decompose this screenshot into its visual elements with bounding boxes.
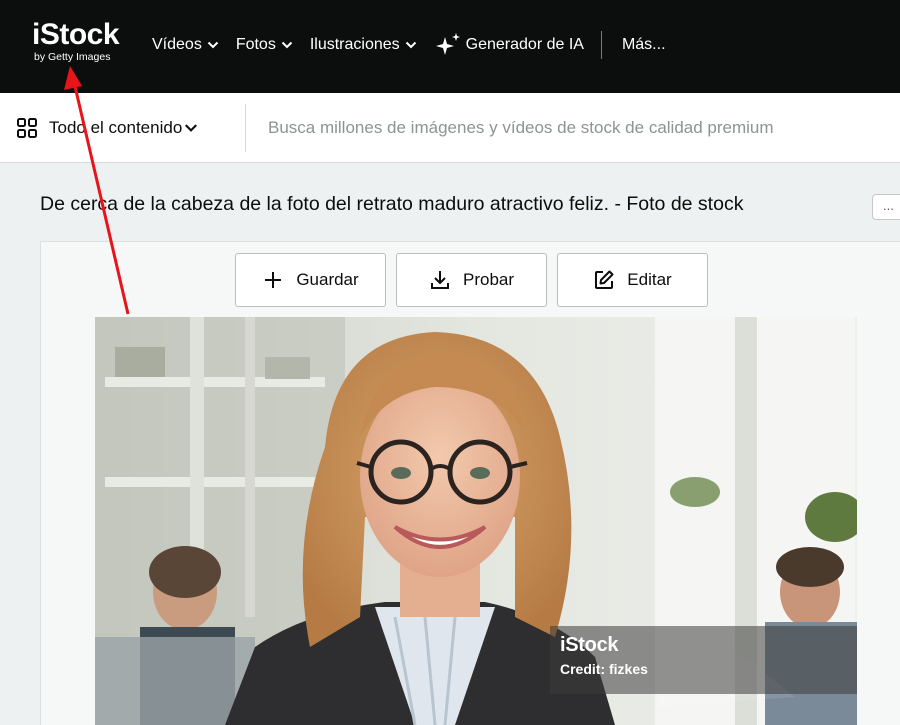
nav-item-more[interactable]: Más...	[622, 36, 666, 54]
nav-item-label: Vídeos	[152, 36, 202, 53]
chevron-down-icon	[405, 41, 416, 49]
photo-credit: Credit: fizkes	[560, 661, 648, 677]
page-title: De cerca de la cabeza de la foto del ret…	[40, 193, 744, 215]
try-button-label: Probar	[462, 270, 515, 289]
sparkle-icon	[435, 33, 460, 55]
search-bar: Todo el contenido	[0, 93, 900, 163]
edit-icon	[595, 270, 614, 289]
istock-logo[interactable]: iStock by Getty Images	[32, 20, 127, 65]
nav-item-videos[interactable]: Vídeos	[152, 36, 219, 54]
nav-item-label: Ilustraciones	[309, 36, 400, 53]
try-button[interactable]: Probar	[396, 253, 547, 307]
nav-item-photos[interactable]: Fotos	[236, 36, 293, 54]
nav-item-label: Fotos	[235, 36, 276, 53]
main-nav: Vídeos Fotos Ilustraciones Generador de …	[152, 31, 683, 59]
download-icon	[430, 271, 449, 289]
watermark-overlay: iStock Credit: fizkes	[550, 626, 857, 694]
search-divider	[245, 104, 246, 152]
save-button[interactable]: Guardar	[235, 253, 386, 307]
nav-item-label: Más...	[621, 36, 666, 53]
watermark-logo: iStock	[560, 634, 619, 656]
nav-item-ai-generator[interactable]: Generador de IA	[434, 32, 584, 58]
edit-button[interactable]: Editar	[557, 253, 708, 307]
search-input[interactable]	[268, 115, 888, 141]
more-options-button[interactable]: ...	[872, 194, 900, 220]
chevron-down-icon	[207, 41, 219, 49]
filter-label: Todo el contenido	[49, 118, 183, 137]
plus-icon	[265, 272, 282, 288]
logo-main-text: iStock	[32, 18, 120, 51]
edit-button-label: Editar	[627, 270, 672, 289]
nav-item-label: Generador de IA	[465, 36, 584, 53]
grid-icon	[17, 118, 37, 138]
top-nav: iStock by Getty Images Vídeos Fotos Ilus…	[0, 0, 900, 93]
stock-photo[interactable]: iStock Credit: fizkes	[95, 317, 857, 725]
save-button-label: Guardar	[296, 270, 359, 289]
chevron-down-icon	[185, 124, 198, 132]
chevron-down-icon	[281, 41, 293, 49]
content-filter-dropdown[interactable]: Todo el contenido	[16, 93, 198, 163]
nav-divider	[600, 31, 602, 59]
nav-item-illustrations[interactable]: Ilustraciones	[310, 36, 417, 54]
logo-sub-text: by Getty Images	[34, 51, 111, 63]
